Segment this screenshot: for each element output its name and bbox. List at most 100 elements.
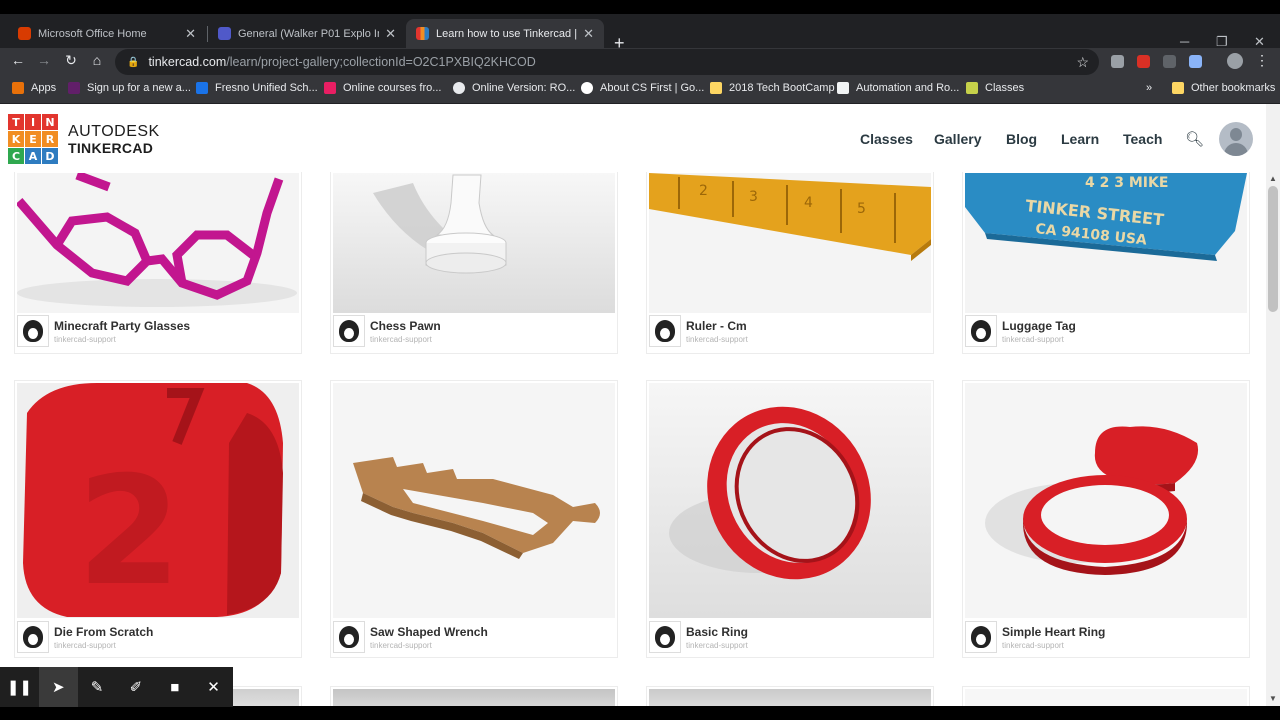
extension-icon[interactable] <box>1137 55 1150 68</box>
project-author[interactable]: tinkercad-support <box>370 641 432 650</box>
bookmark-slack[interactable]: Sign up for a new a... <box>68 82 191 94</box>
project-title[interactable]: Ruler - Cm <box>686 319 747 333</box>
address-bar[interactable]: 🔒 tinkercad.com /learn/project-gallery;c… <box>115 49 1099 75</box>
owner-face-icon <box>339 626 359 648</box>
project-card-luggage-tag[interactable]: 4 2 3 MIKE TINKER STREET CA 94108 USA Lu… <box>962 170 1250 354</box>
tab-teams-general[interactable]: General (Walker P01 Explo Inform ✕ <box>208 19 406 48</box>
profile-avatar-icon[interactable] <box>1227 53 1243 69</box>
extension-icon[interactable] <box>1163 55 1176 68</box>
project-thumbnail[interactable] <box>965 383 1247 618</box>
close-tab-icon[interactable]: ✕ <box>185 26 196 42</box>
project-card-die[interactable]: 2 Die From Scratch tinkercad-support <box>14 380 302 658</box>
office-favicon-icon <box>18 27 31 40</box>
project-thumbnail[interactable]: 2 <box>17 383 299 618</box>
bookmark-star-icon[interactable]: ☆ <box>1076 54 1089 71</box>
search-icon[interactable]: 🔍︎ <box>1185 130 1204 148</box>
bookmarks-bar: Apps Sign up for a new a... Fresno Unifi… <box>0 76 1280 104</box>
ruler-number: 4 <box>804 195 813 211</box>
project-title[interactable]: Die From Scratch <box>54 625 153 639</box>
owner-avatar[interactable] <box>333 315 365 347</box>
project-thumbnail[interactable] <box>333 173 615 313</box>
home-icon[interactable]: ⌂ <box>87 52 107 68</box>
nav-gallery[interactable]: Gallery <box>934 131 981 147</box>
owner-face-icon <box>655 320 675 342</box>
project-thumbnail[interactable]: 2 3 4 5 <box>649 173 931 313</box>
project-title[interactable]: Basic Ring <box>686 625 748 639</box>
owner-avatar[interactable] <box>17 621 49 653</box>
owner-avatar[interactable] <box>965 315 997 347</box>
close-tab-icon[interactable]: ✕ <box>385 26 396 42</box>
project-card-minecraft-glasses[interactable]: Minecraft Party Glasses tinkercad-suppor… <box>14 170 302 354</box>
project-card-saw-wrench[interactable]: Saw Shaped Wrench tinkercad-support <box>330 380 618 658</box>
project-author[interactable]: tinkercad-support <box>1002 335 1064 344</box>
bookmark-cs-first[interactable]: About CS First | Go... <box>581 82 704 94</box>
extension-icon[interactable] <box>1111 55 1124 68</box>
project-thumbnail[interactable] <box>17 173 299 313</box>
project-card-basic-ring[interactable]: Basic Ring tinkercad-support <box>646 380 934 658</box>
minimize-icon[interactable]: ─ <box>1180 34 1189 49</box>
avatar-head <box>1230 128 1242 141</box>
extension-icon[interactable] <box>1189 55 1202 68</box>
project-title[interactable]: Luggage Tag <box>1002 319 1076 333</box>
project-thumbnail[interactable] <box>649 689 931 706</box>
project-title[interactable]: Chess Pawn <box>370 319 441 333</box>
project-title[interactable]: Minecraft Party Glasses <box>54 319 190 333</box>
scroll-down-icon[interactable]: ▼ <box>1269 694 1277 703</box>
owner-avatar[interactable] <box>333 621 365 653</box>
page-scrollbar[interactable]: ▲ ▼ <box>1266 104 1280 706</box>
pointer-icon[interactable]: ➤ <box>38 667 78 707</box>
back-icon[interactable]: ← <box>8 52 28 68</box>
close-tab-icon[interactable]: ✕ <box>583 26 594 42</box>
project-thumbnail[interactable]: 4 2 3 MIKE TINKER STREET CA 94108 USA <box>965 173 1247 313</box>
project-card-partial[interactable] <box>962 686 1250 706</box>
reload-icon[interactable]: ↻ <box>61 52 81 69</box>
close-recorder-icon[interactable]: ✕ <box>194 667 233 707</box>
pen-icon[interactable]: ✎ <box>78 667 117 707</box>
project-author[interactable]: tinkercad-support <box>686 335 748 344</box>
nav-classes[interactable]: Classes <box>860 131 913 147</box>
bookmark-automation[interactable]: Automation and Ro... <box>837 82 959 94</box>
project-title[interactable]: Saw Shaped Wrench <box>370 625 488 639</box>
bookmark-online-courses[interactable]: Online courses fro... <box>324 82 441 94</box>
project-thumbnail[interactable] <box>333 383 615 618</box>
bookmarks-overflow-icon[interactable]: » <box>1146 82 1152 94</box>
project-card-partial[interactable] <box>330 686 618 706</box>
project-author[interactable]: tinkercad-support <box>370 335 432 344</box>
project-author[interactable]: tinkercad-support <box>54 641 116 650</box>
project-thumbnail[interactable] <box>965 689 1247 706</box>
project-author[interactable]: tinkercad-support <box>54 335 116 344</box>
nav-learn[interactable]: Learn <box>1061 131 1099 147</box>
forward-icon[interactable]: → <box>34 52 54 68</box>
nav-blog[interactable]: Blog <box>1006 131 1037 147</box>
nav-teach[interactable]: Teach <box>1123 131 1162 147</box>
pause-icon[interactable]: ❚❚ <box>0 667 39 707</box>
project-card-heart-ring[interactable]: Simple Heart Ring tinkercad-support <box>962 380 1250 658</box>
scroll-up-icon[interactable]: ▲ <box>1269 174 1277 183</box>
project-author[interactable]: tinkercad-support <box>1002 641 1064 650</box>
bookmark-apps[interactable]: Apps <box>12 82 56 94</box>
menu-dots-icon[interactable]: ⋮ <box>1252 52 1272 69</box>
bookmark-fresno[interactable]: Fresno Unified Sch... <box>196 82 318 94</box>
user-avatar[interactable] <box>1219 122 1253 156</box>
bookmark-online-version[interactable]: Online Version: RO... <box>453 82 575 94</box>
owner-avatar[interactable] <box>649 315 681 347</box>
project-thumbnail[interactable] <box>333 689 615 706</box>
project-card-chess-pawn[interactable]: Chess Pawn tinkercad-support <box>330 170 618 354</box>
project-title[interactable]: Simple Heart Ring <box>1002 625 1105 639</box>
bookmark-bootcamp[interactable]: 2018 Tech BootCamp <box>710 82 835 94</box>
owner-avatar[interactable] <box>17 315 49 347</box>
project-card-ruler[interactable]: 2 3 4 5 Ruler - Cm tinkercad-support <box>646 170 934 354</box>
bookmark-other[interactable]: Other bookmarks <box>1172 82 1275 94</box>
project-card-partial[interactable] <box>646 686 934 706</box>
owner-avatar[interactable] <box>649 621 681 653</box>
bookmark-classes[interactable]: Classes <box>966 82 1024 94</box>
tinkercad-logo[interactable]: T I N K E R C A D <box>8 114 60 164</box>
project-thumbnail[interactable] <box>649 383 931 618</box>
tab-tinkercad[interactable]: Learn how to use Tinkercad | Tink ✕ <box>406 19 604 48</box>
project-author[interactable]: tinkercad-support <box>686 641 748 650</box>
camera-icon[interactable]: ■ <box>155 667 194 707</box>
highlighter-icon[interactable]: ✐ <box>116 667 155 707</box>
tab-office-home[interactable]: Microsoft Office Home ✕ <box>8 19 206 48</box>
owner-avatar[interactable] <box>965 621 997 653</box>
scrollbar-thumb[interactable] <box>1268 186 1278 312</box>
